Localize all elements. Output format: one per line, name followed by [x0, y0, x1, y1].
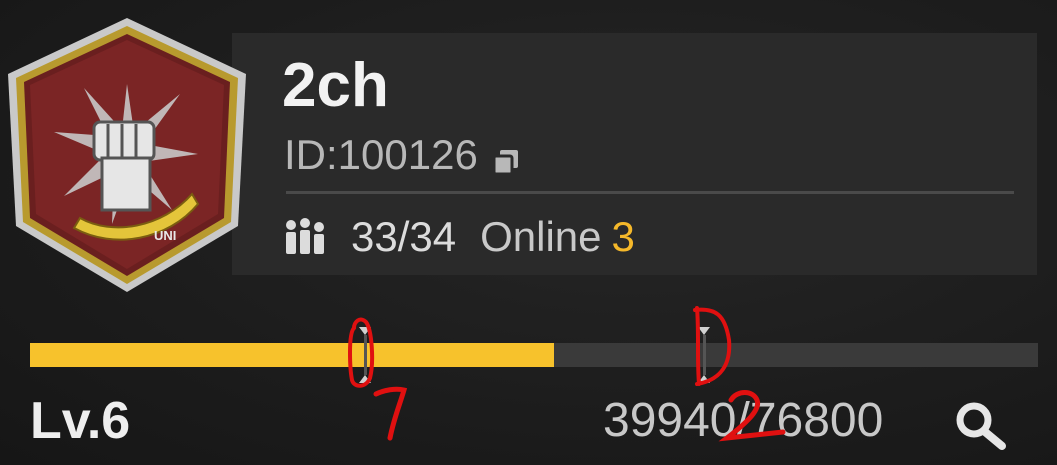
guild-id-label: ID:	[284, 131, 338, 178]
annotation-mark-1: 1	[348, 317, 408, 451]
annotation-mark-2: 2	[693, 306, 786, 451]
emblem-text: UNI	[154, 228, 176, 243]
annotation-label-2: 2	[785, 449, 786, 451]
guild-id-row: ID: 100126	[284, 131, 522, 179]
members-row: 33/34 Online 3	[283, 212, 635, 262]
annotation-label-1: 1	[400, 449, 401, 451]
online-count: 3	[611, 213, 635, 260]
guild-emblem-icon[interactable]: UNI	[2, 14, 252, 296]
divider	[286, 191, 1014, 194]
guild-id-value: 100126	[337, 131, 478, 178]
members-icon	[286, 218, 324, 254]
guild-name: 2ch	[282, 51, 389, 120]
online-label: Online	[480, 213, 602, 260]
copy-icon[interactable]	[492, 140, 522, 176]
exp-progress-bar	[30, 343, 1038, 367]
exp-progress-fill	[30, 343, 555, 367]
guild-level: Lv.6	[30, 392, 131, 450]
member-count: 33/34	[351, 213, 457, 260]
search-icon[interactable]	[950, 398, 1010, 450]
